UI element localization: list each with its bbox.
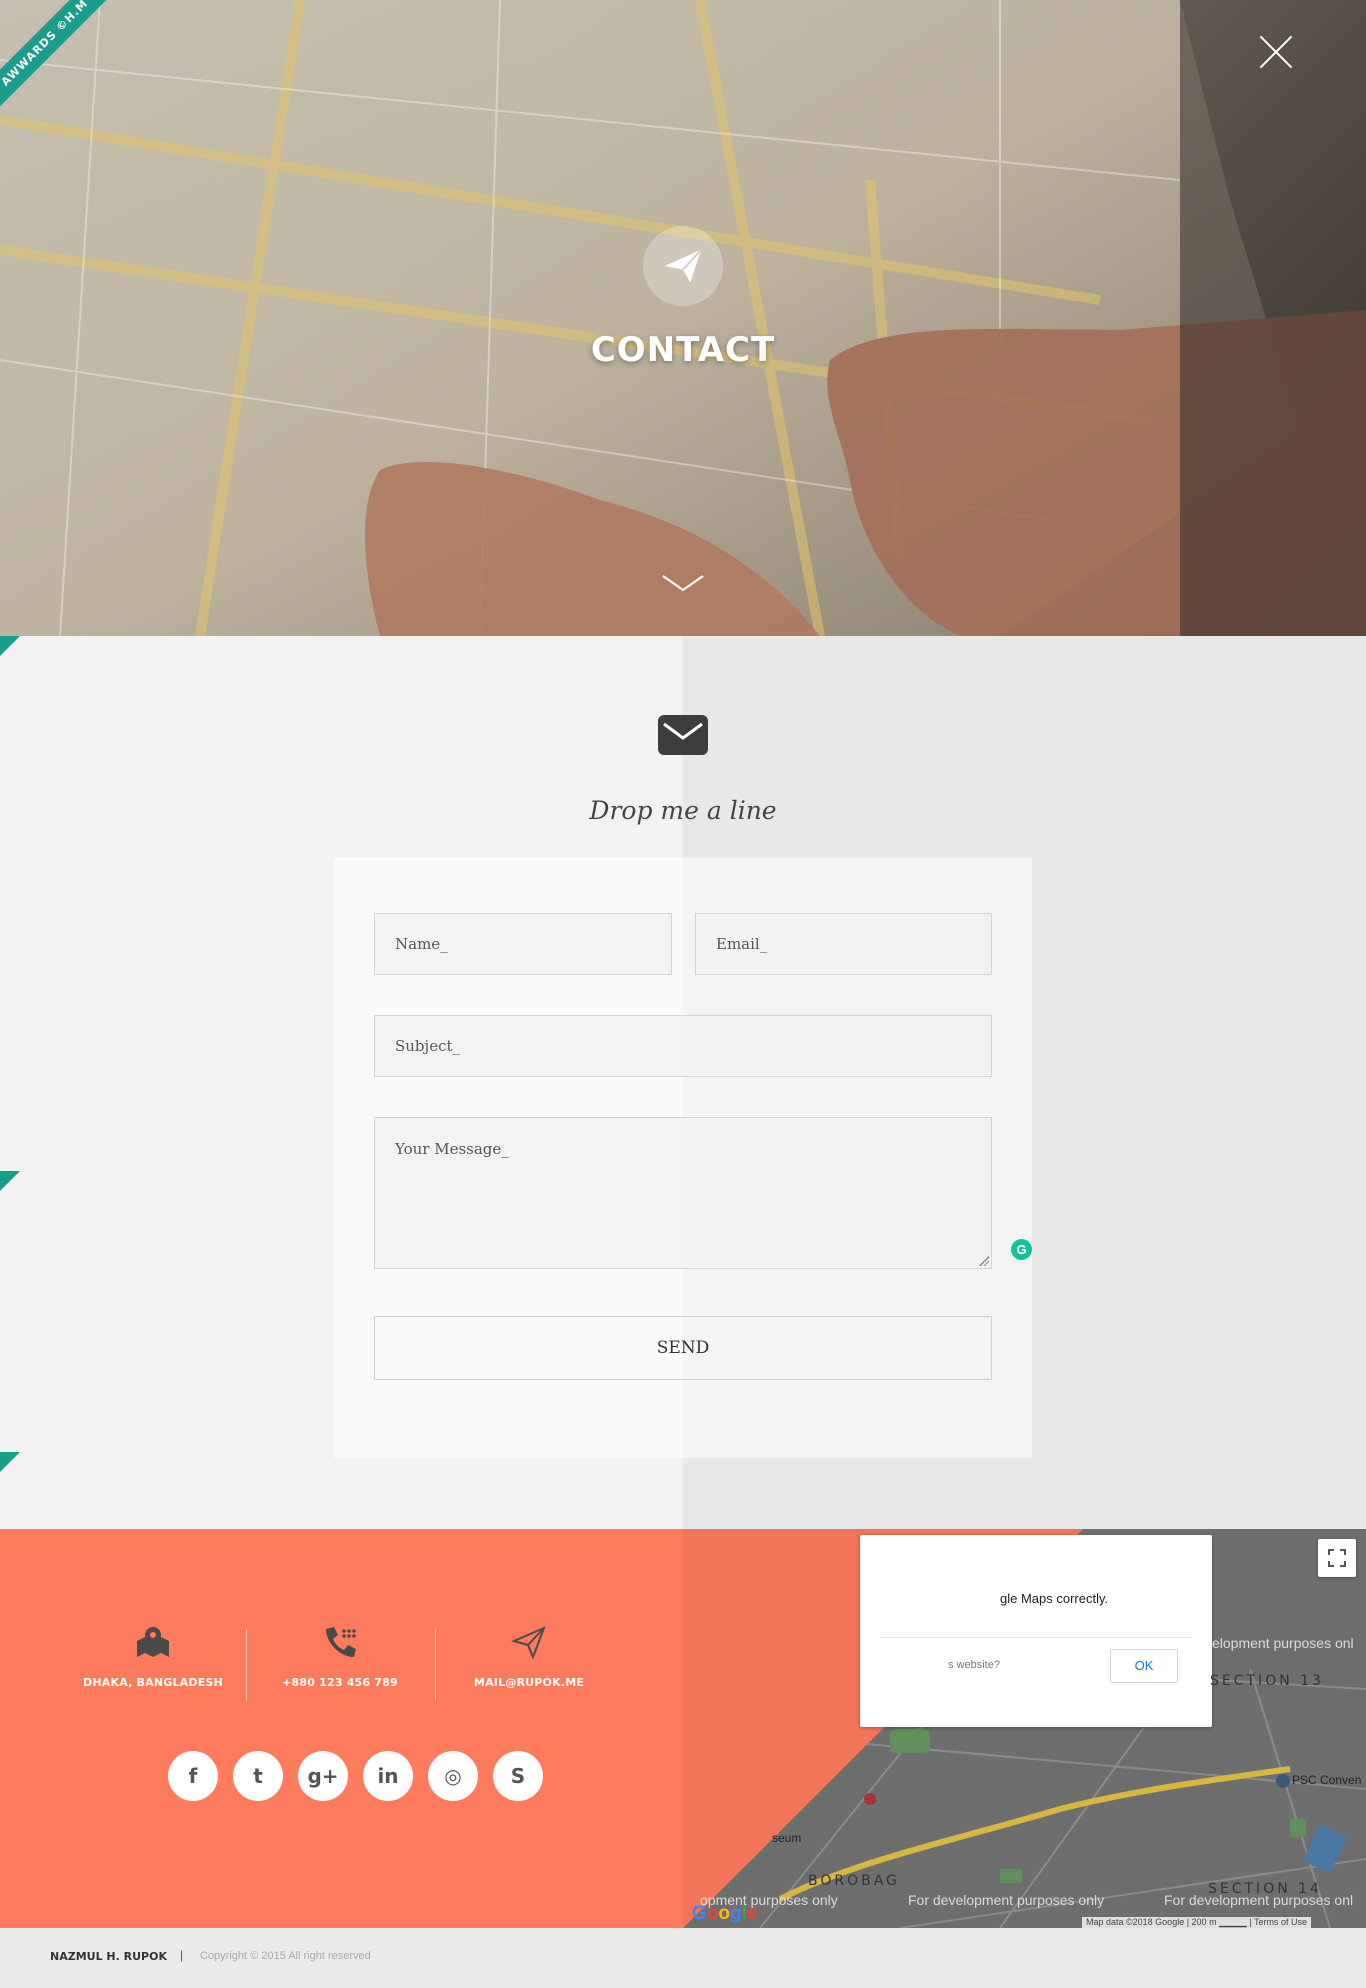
contact-section: Drop me a line Name_ Email_ Subject_ You…: [0, 636, 1366, 1529]
map-area-label: SECTION 13: [1210, 1673, 1324, 1689]
corner-accent: [0, 636, 20, 656]
info-email: MAIL@RUPOK.ME: [436, 1625, 622, 1689]
twitter-icon[interactable]: t: [233, 1751, 283, 1801]
envelope-icon: [658, 715, 708, 755]
fullscreen-button[interactable]: [1318, 1539, 1356, 1577]
subject-field[interactable]: Subject_: [374, 1015, 992, 1077]
resize-handle[interactable]: [979, 1256, 989, 1266]
linkedin-icon[interactable]: in: [363, 1751, 413, 1801]
map-error-message: gle Maps correctly.: [1000, 1591, 1109, 1606]
send-icon: [511, 1626, 546, 1660]
footer-separator: |: [180, 1948, 184, 1962]
google-plus-icon[interactable]: g+: [298, 1751, 348, 1801]
site-footer: NAZMUL H. RUPOK | Copyright © 2015 All r…: [0, 1928, 1366, 1988]
google-logo: Google: [692, 1903, 758, 1924]
chevron-down-icon[interactable]: [661, 572, 705, 594]
location-label: DHAKA, BANGLADESH: [83, 1676, 223, 1689]
map-scale: 200 m: [1191, 1917, 1217, 1927]
facebook-icon[interactable]: f: [168, 1751, 218, 1801]
terms-link[interactable]: Terms of Use: [1254, 1917, 1307, 1927]
map-place-label: PSC Conven: [1292, 1773, 1362, 1787]
contact-form: Name_ Email_ Subject_ Your Message_ SEND: [334, 858, 1032, 1458]
close-icon[interactable]: [1258, 34, 1294, 70]
message-field[interactable]: Your Message_: [374, 1117, 992, 1269]
corner-accent: [0, 1452, 20, 1472]
map-watermark: For development purposes only: [908, 1892, 1105, 1908]
map-data-credit: Map data ©2018 Google: [1086, 1917, 1185, 1927]
hero-section: AWWARDS ©H.M CONTACT: [0, 0, 1366, 636]
phone-label[interactable]: +880 123 456 789: [247, 1676, 433, 1689]
message-placeholder: Your Message_: [395, 1140, 509, 1158]
map-area-label: BOROBAG: [808, 1873, 900, 1889]
fullscreen-icon: [1328, 1549, 1346, 1567]
footer-info-section: gle Maps correctly. s website? OK elopme…: [0, 1529, 1366, 1928]
page-title: CONTACT: [590, 330, 776, 370]
email-label[interactable]: MAIL@RUPOK.ME: [436, 1676, 622, 1689]
form-heading: Drop me a line: [589, 796, 777, 825]
ok-button[interactable]: OK: [1110, 1649, 1178, 1683]
map-attribution: Map data ©2018 Google | 200 m ▁▁▁▁ | Ter…: [1082, 1917, 1311, 1928]
map-error-question: s website?: [948, 1659, 1000, 1671]
map-place-label: seum: [772, 1831, 802, 1845]
author-name: NAZMUL H. RUPOK: [50, 1950, 167, 1963]
map-watermark: elopment purposes onl: [1212, 1635, 1354, 1651]
phone-icon: [326, 1627, 356, 1657]
skype-icon[interactable]: S: [493, 1751, 543, 1801]
info-phone: +880 123 456 789: [247, 1625, 433, 1689]
hero-map-background: [0, 0, 1366, 636]
corner-accent: [0, 1171, 20, 1191]
map-error-dialog: gle Maps correctly. s website? OK: [860, 1535, 1212, 1727]
map-pin-icon: [137, 1627, 169, 1657]
send-button[interactable]: SEND: [374, 1316, 992, 1380]
grammarly-icon[interactable]: G: [1011, 1239, 1032, 1260]
name-field[interactable]: Name_: [374, 913, 672, 975]
dribbble-icon[interactable]: ◎: [428, 1751, 478, 1801]
copyright-text: Copyright © 2015 All right reserved: [200, 1950, 371, 1962]
paper-plane-icon: [643, 226, 723, 306]
email-field[interactable]: Email_: [695, 913, 992, 975]
dialog-divider: [880, 1637, 1192, 1638]
info-location: DHAKA, BANGLADESH: [60, 1625, 246, 1689]
map-area-label: SECTION 14: [1208, 1881, 1322, 1897]
